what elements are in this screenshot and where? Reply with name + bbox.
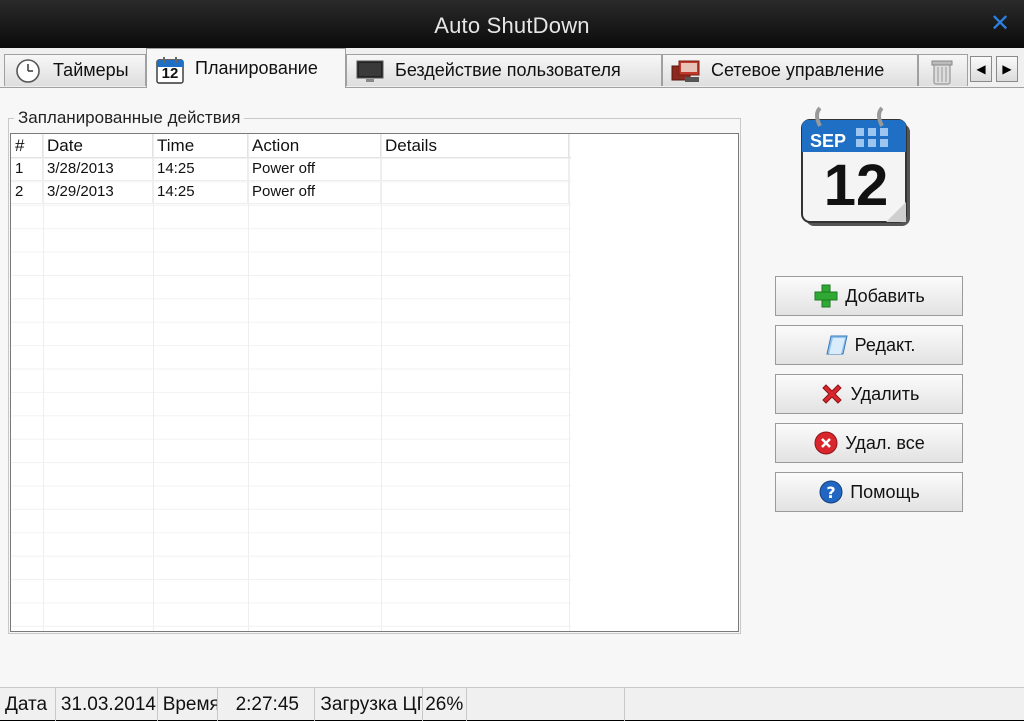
tab-more[interactable] (918, 54, 968, 86)
cell-number: 1 (11, 158, 43, 181)
tab-network-control[interactable]: Сетевое управление (662, 54, 918, 86)
status-date-label: Дата (0, 688, 56, 721)
notepad-icon (823, 332, 849, 358)
cell-action: Power off (248, 181, 381, 204)
cell-date: 3/29/2013 (43, 181, 153, 204)
add-button[interactable]: Добавить (775, 276, 963, 316)
calendar-illustration-icon: SEP 12 (800, 106, 912, 228)
calendar-month: SEP (810, 131, 847, 151)
status-date-value: 31.03.2014 (56, 688, 158, 721)
list-rows: 1 3/28/2013 14:25 Power off 2 3/29/2013 … (11, 158, 571, 204)
column-header-action[interactable]: Action (248, 134, 381, 158)
calendar-day: 12 (823, 153, 889, 218)
tab-timers[interactable]: Таймеры (4, 54, 146, 86)
edit-button-label: Редакт. (854, 334, 916, 355)
status-time-value: 2:27:45 (218, 688, 316, 721)
status-cpu-label: Загрузка ЦП (315, 688, 424, 721)
status-cpu-value: 26% (423, 688, 468, 721)
table-row[interactable]: 1 3/28/2013 14:25 Power off (11, 158, 571, 181)
cell-time: 14:25 (153, 158, 248, 181)
cell-date: 3/28/2013 (43, 158, 153, 181)
trash-icon (927, 58, 957, 84)
cell-details (381, 158, 569, 181)
table-row[interactable]: 2 3/29/2013 14:25 Power off (11, 181, 571, 204)
tab-panel-scheduling: Запланированные действия # Date Time Act… (0, 87, 1024, 687)
tab-scheduling[interactable]: 12 Планирование (146, 48, 346, 88)
cell-number: 2 (11, 181, 43, 204)
help-button-label: Помощь (850, 481, 920, 502)
help-icon: ? (818, 479, 844, 505)
group-title: Запланированные действия (14, 108, 245, 128)
app-window: Auto ShutDown ✕ Таймеры 12 Планирование … (0, 0, 1024, 721)
calendar-icon: 12 (155, 56, 185, 84)
list-grid (11, 158, 571, 631)
network-icon (671, 58, 701, 84)
cell-details (381, 181, 569, 204)
edit-button[interactable]: Редакт. (775, 325, 963, 365)
column-header-number[interactable]: # (11, 134, 43, 158)
tab-user-idle[interactable]: Бездействие пользователя (346, 54, 662, 86)
plus-icon (813, 283, 839, 309)
clock-icon (13, 58, 43, 84)
delete-button-label: Удалить (850, 383, 920, 404)
tab-label: Сетевое управление (711, 60, 885, 80)
tab-label: Планирование (195, 58, 318, 78)
status-spare-1 (467, 688, 625, 721)
tab-label: Таймеры (53, 60, 129, 80)
cell-action: Power off (248, 158, 381, 181)
column-header-time[interactable]: Time (153, 134, 248, 158)
add-button-label: Добавить (845, 285, 925, 306)
status-bar: Дата 31.03.2014 Время 2:27:45 Загрузка Ц… (0, 687, 1024, 721)
cell-time: 14:25 (153, 181, 248, 204)
column-header-details[interactable]: Details (381, 134, 569, 158)
calendar-icon-day: 12 (161, 64, 179, 82)
tab-scroll-right-button[interactable]: ▶ (996, 56, 1018, 82)
svg-text:?: ? (827, 483, 836, 502)
column-header-date[interactable]: Date (43, 134, 153, 158)
monitor-icon (355, 58, 385, 84)
close-button[interactable]: ✕ (986, 10, 1014, 38)
status-time-label: Время (158, 688, 218, 721)
title-bar[interactable]: Auto ShutDown ✕ (0, 0, 1024, 48)
tab-scroll-left-button[interactable]: ◀ (970, 56, 992, 82)
window-title: Auto ShutDown (434, 13, 590, 38)
scheduled-actions-list[interactable]: # Date Time Action Details 1 3/28/2013 1… (10, 133, 739, 632)
status-spare-2 (625, 688, 1024, 721)
red-x-icon (819, 381, 845, 407)
delete-all-button-label: Удал. все (845, 432, 925, 453)
tab-label: Бездействие пользователя (395, 60, 621, 80)
tab-strip: Таймеры 12 Планирование Бездействие поль… (0, 48, 1024, 88)
delete-button[interactable]: Удалить (775, 374, 963, 414)
delete-all-button[interactable]: Удал. все (775, 423, 963, 463)
list-header: # Date Time Action Details (11, 134, 571, 158)
stop-icon (813, 430, 839, 456)
help-button[interactable]: ? Помощь (775, 472, 963, 512)
